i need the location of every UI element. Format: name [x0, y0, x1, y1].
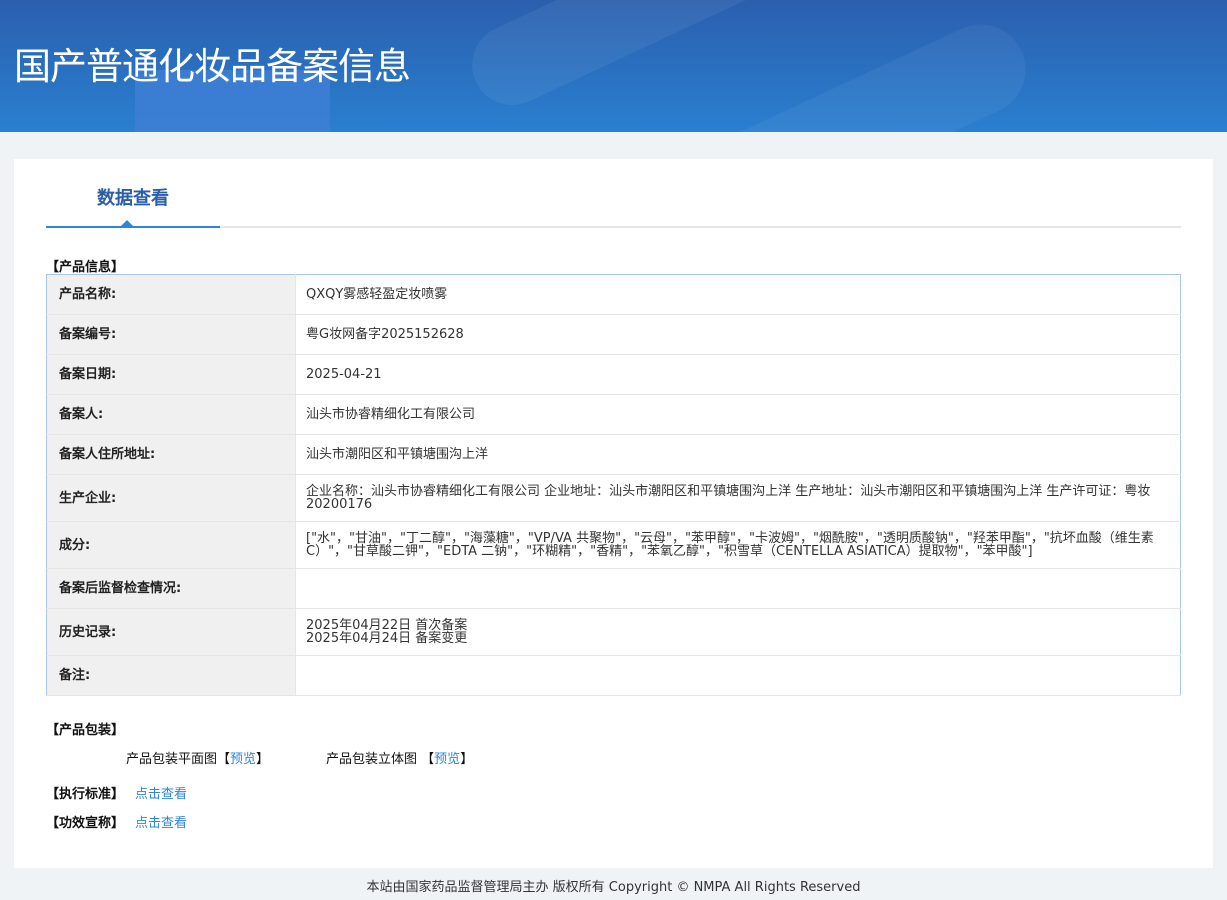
row-value: 粤G妆网备字2025152628 [295, 314, 1181, 355]
history-entry: 2025年04月24日 备案变更 [306, 631, 468, 646]
table-row: 生产企业: 企业名称：汕头市协睿精细化工有限公司 企业地址：汕头市潮阳区和平镇塘围… [46, 474, 1181, 522]
row-label: 备案编号: [46, 314, 296, 355]
row-value: 企业名称：汕头市协睿精细化工有限公司 企业地址：汕头市潮阳区和平镇塘围沟上洋 生… [295, 474, 1181, 522]
row-label: 备案人: [46, 394, 296, 435]
header-decoration [639, 9, 1041, 132]
row-value [295, 655, 1181, 696]
bracket: 【 [217, 752, 231, 767]
header-decoration [459, 0, 801, 119]
table-row: 备案人: 汕头市协睿精细化工有限公司 [46, 394, 1181, 435]
row-label: 成分: [46, 521, 296, 569]
product-info-table: 产品名称: QXQY雾感轻盈定妆喷雾 备案编号: 粤G妆网备字2025152628 … [46, 274, 1181, 696]
table-row: 备案人住所地址: 汕头市潮阳区和平镇塘围沟上洋 [46, 434, 1181, 475]
tab-active-indicator [46, 226, 220, 228]
content-card: 数据查看 【产品信息】 产品名称: QXQY雾感轻盈定妆喷雾 备案编号: 粤G妆网备… [14, 159, 1213, 868]
row-label: 历史记录: [46, 608, 296, 656]
product-info-heading: 【产品信息】 [46, 260, 125, 275]
table-row: 历史记录: 2025年04月22日 首次备案 2025年04月24日 备案变更 [46, 608, 1181, 656]
row-value: ["水"，"甘油"，"丁二醇"，"海藻糖"，"VP/VA 共聚物"，"云母"，"… [295, 521, 1181, 569]
page-header: 国产普通化妆品备案信息 [0, 0, 1227, 132]
row-label: 备注: [46, 655, 296, 696]
efficacy-view-link[interactable]: 点击查看 [135, 812, 187, 831]
table-row: 备案编号: 粤G妆网备字2025152628 [46, 314, 1181, 355]
preview-solid-link[interactable]: 预览 [434, 752, 460, 767]
row-value: 汕头市潮阳区和平镇塘围沟上洋 [295, 434, 1181, 475]
row-label: 备案后监督检查情况: [46, 568, 296, 609]
packaging-solid: 产品包装立体图 【预览】 [326, 748, 473, 767]
row-label: 备案人住所地址: [46, 434, 296, 475]
standard-heading: 【执行标准】 [46, 787, 125, 802]
packaging-flat-label: 产品包装平面图 [126, 752, 218, 767]
tab-data-view[interactable]: 数据查看 [46, 179, 220, 229]
row-label: 备案日期: [46, 354, 296, 395]
packaging-flat: 产品包装平面图【预览】 [126, 748, 269, 767]
row-value: 汕头市协睿精细化工有限公司 [295, 394, 1181, 435]
row-value: 2025年04月22日 首次备案 2025年04月24日 备案变更 [295, 608, 1181, 656]
row-value: 2025-04-21 [295, 354, 1181, 395]
table-row: 备案后监督检查情况: [46, 568, 1181, 609]
row-value [295, 568, 1181, 609]
bracket: 】 [256, 752, 270, 767]
footer-copyright: 本站由国家药品监督管理局主办 版权所有 Copyright © NMPA All… [366, 880, 861, 895]
efficacy-heading: 【功效宣称】 [46, 816, 125, 831]
standard-view-link[interactable]: 点击查看 [135, 783, 187, 802]
table-row: 成分: ["水"，"甘油"，"丁二醇"，"海藻糖"，"VP/VA 共聚物"，"云母… [46, 521, 1181, 569]
bracket: 【 [421, 752, 435, 767]
page-title: 国产普通化妆品备案信息 [14, 45, 411, 88]
row-label: 生产企业: [46, 474, 296, 522]
table-row: 产品名称: QXQY雾感轻盈定妆喷雾 [46, 274, 1181, 315]
row-label: 产品名称: [46, 274, 296, 315]
tab-arrow-icon [121, 220, 133, 226]
packaging-heading: 【产品包装】 [46, 723, 125, 738]
row-value: QXQY雾感轻盈定妆喷雾 [295, 274, 1181, 315]
packaging-solid-label: 产品包装立体图 [326, 752, 418, 767]
table-row: 备注: [46, 655, 1181, 696]
table-row: 备案日期: 2025-04-21 [46, 354, 1181, 395]
bracket: 】 [460, 752, 474, 767]
preview-flat-link[interactable]: 预览 [230, 752, 256, 767]
